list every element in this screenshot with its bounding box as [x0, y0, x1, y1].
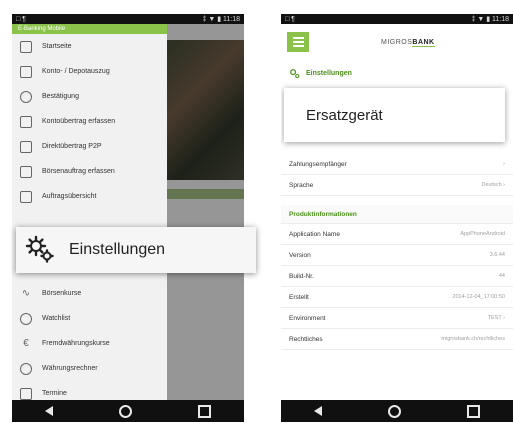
phone-right-screen: □ ¶ ‡ ▼ ▮ 11:18 MIGROSBANK Einstellungen… [281, 14, 513, 422]
drawer-item-watchlist[interactable]: Watchlist [12, 306, 167, 331]
home-button-icon[interactable] [388, 404, 401, 418]
replacement-device-dialog[interactable]: Ersatzgerät [284, 88, 505, 142]
recent-apps-icon[interactable] [467, 404, 480, 418]
p2p-icon [20, 140, 32, 153]
back-icon[interactable] [314, 406, 322, 416]
row-sprache[interactable]: Sprache Deutsch › [281, 175, 513, 196]
logo-prefix: MIGROS [381, 39, 413, 46]
phone-left-screen: □ ¶ ‡ ▼ ▮ 11:18 E-Banking Mobile Startse… [12, 14, 244, 422]
home-button-icon[interactable] [119, 404, 132, 418]
row-label: Version [289, 251, 311, 259]
row-value: AppPhoneAndroid [460, 231, 505, 237]
stock-order-icon [20, 165, 32, 178]
row-environment[interactable]: Environment TEST › [281, 308, 513, 329]
menu-button[interactable] [287, 32, 309, 52]
row-label: Application Name [289, 230, 340, 238]
row-label: Environment [289, 314, 326, 322]
drawer-item-label: Kontoübertrag erfassen [42, 118, 116, 125]
currency-icon: € [23, 337, 29, 349]
row-rechtliches[interactable]: Rechtliches migrosbank.ch/rechtliches [281, 329, 513, 350]
row-application-name: Application Name AppPhoneAndroid [281, 224, 513, 245]
row-label: Sprache [289, 181, 314, 189]
logo-bank: BANK [412, 39, 435, 47]
row-value: migrosbank.ch/rechtliches [441, 336, 505, 342]
status-bar: □ ¶ ‡ ▼ ▮ 11:18 [12, 14, 244, 24]
drawer-item-startseite[interactable]: Startseite [12, 34, 167, 59]
settings-callout-label: Einstellungen [69, 241, 166, 258]
row-value: Deutsch › [481, 182, 505, 188]
status-left: □ ¶ [285, 15, 295, 23]
orders-icon [20, 190, 32, 203]
drawer-item-waehrungsrechner[interactable]: Währungsrechner [12, 356, 167, 381]
home-icon [20, 40, 32, 53]
row-value: 3.6.44 [489, 252, 505, 258]
drawer-item-auftragsuebersicht[interactable]: Auftragsübersicht [12, 184, 167, 209]
drawer-item-label: Direktübertrag P2P [42, 143, 102, 150]
row-label: Erstellt [289, 293, 309, 301]
status-bar: □ ¶ ‡ ▼ ▮ 11:18 [281, 14, 513, 24]
drawer-header: E-Banking Mobile [12, 24, 167, 34]
drawer-item-konto-depotauszug[interactable]: Konto- / Depotauszug [12, 59, 167, 84]
confirmation-icon [20, 90, 32, 103]
navigation-drawer: E-Banking Mobile Startseite Konto- / Dep… [12, 24, 167, 400]
bank-logo: MIGROSBANK [381, 39, 435, 47]
drawer-item-label: Fremdwährungskurse [42, 340, 110, 347]
drawer-item-label: Auftragsübersicht [42, 193, 97, 200]
app-bar: MIGROSBANK [281, 24, 513, 63]
drawer-item-fremdwaehrungskurse[interactable]: € Fremdwährungskurse [12, 331, 167, 356]
row-value: TEST › [487, 315, 505, 321]
drawer-item-label: Währungsrechner [42, 365, 98, 372]
drawer-item-label: Konto- / Depotauszug [42, 68, 110, 75]
drawer-item-label: Watchlist [42, 315, 71, 322]
gear-icon [290, 68, 300, 78]
row-version: Version 3.6.44 [281, 245, 513, 266]
drawer-item-label: Startseite [42, 43, 72, 50]
row-build-nr: Build-Nr. 44 [281, 266, 513, 287]
account-statement-icon [20, 65, 32, 78]
drawer-item-boersenkurse[interactable]: ∿ Börsenkurse [12, 281, 167, 306]
row-value: 44 [498, 273, 505, 279]
status-right: ‡ ▼ ▮ 11:18 [202, 16, 240, 23]
dialog-text: Ersatzgerät [306, 106, 383, 124]
row-label: Build-Nr. [289, 272, 314, 280]
back-icon[interactable] [45, 406, 53, 416]
settings-content: Einstellungen Ersatzgerät Zahlungsempfän… [281, 62, 513, 400]
deadlines-icon [20, 387, 32, 400]
settings-section-title: Einstellungen [281, 62, 513, 84]
hamburger-icon [292, 37, 304, 39]
calculator-icon [20, 362, 32, 375]
android-nav-bar [12, 400, 244, 422]
settings-list: Zahlungsempfänger › Sprache Deutsch › Pr… [281, 154, 513, 350]
drawer-item-boersenauftrag[interactable]: Börsenauftrag erfassen [12, 159, 167, 184]
gears-icon [25, 235, 54, 263]
section-title-label: Einstellungen [306, 69, 352, 77]
drawer-item-label: Termine [42, 390, 67, 397]
transfer-icon [20, 115, 32, 128]
row-zahlungsempfaenger[interactable]: Zahlungsempfänger › [281, 154, 513, 175]
row-label: Zahlungsempfänger [289, 160, 347, 168]
row-label: Rechtliches [289, 335, 323, 343]
row-value: 2014-12-04_17:00:50 [452, 294, 505, 300]
watchlist-icon [20, 312, 32, 325]
drawer-item-label: Börsenkurse [42, 290, 82, 297]
status-left: □ ¶ [16, 15, 26, 23]
drawer-item-label: Bestätigung [42, 93, 79, 100]
android-nav-bar [281, 400, 513, 422]
settings-callout[interactable]: Einstellungen [16, 227, 256, 273]
drawer-item-direktuebertrag-p2p[interactable]: Direktübertrag P2P [12, 134, 167, 159]
recent-apps-icon[interactable] [198, 404, 211, 418]
product-info-header: Produktinformationen [281, 205, 513, 224]
drawer-item-bestaetigung[interactable]: Bestätigung [12, 84, 167, 109]
row-value: › [503, 161, 505, 167]
row-erstellt: Erstellt 2014-12-04_17:00:50 [281, 287, 513, 308]
drawer-item-label: Börsenauftrag erfassen [42, 168, 115, 175]
chart-icon: ∿ [21, 287, 31, 299]
status-right: ‡ ▼ ▮ 11:18 [471, 16, 509, 23]
drawer-item-kontouebertrag[interactable]: Kontoübertrag erfassen [12, 109, 167, 134]
